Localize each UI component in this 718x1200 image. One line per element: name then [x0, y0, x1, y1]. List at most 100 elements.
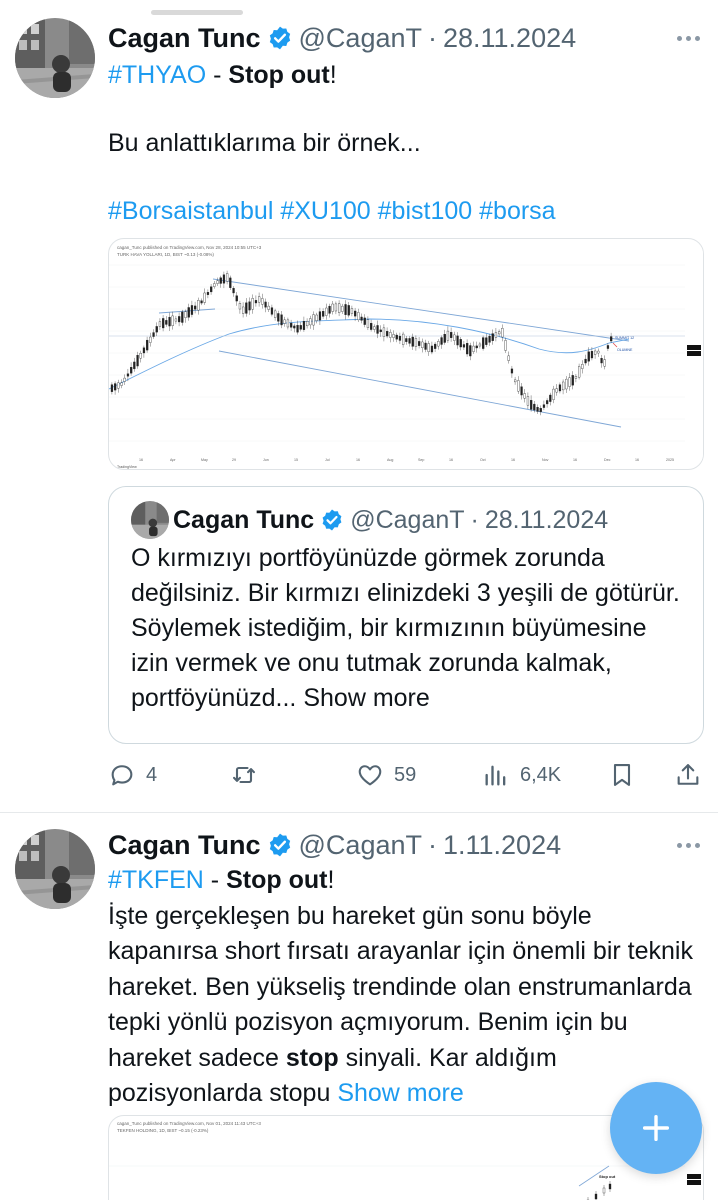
views-count: 6,4K [520, 763, 562, 786]
chart-image[interactable]: cagan_Tunc published on TradingView.com,… [108, 238, 704, 470]
avatar[interactable] [131, 501, 169, 539]
author-handle[interactable]: @CaganT [350, 506, 464, 535]
verified-badge-icon [322, 509, 342, 531]
tweet-date[interactable]: 1.11.2024 [443, 830, 561, 861]
candle [184, 311, 187, 318]
tweet[interactable]: Cagan Tunc @CaganT · 1.11.2024 #TKFEN - … [0, 812, 718, 1200]
candle [597, 350, 600, 354]
candle [117, 382, 120, 389]
price-tag [687, 351, 701, 356]
author-handle[interactable]: @CaganT [299, 830, 422, 861]
author-name[interactable]: Cagan Tunc [108, 830, 261, 861]
tweet-text: #THYAO - Stop out! Bu anlattıklarıma bir… [108, 58, 700, 228]
candle [210, 286, 213, 293]
candle [482, 337, 485, 349]
candle [600, 358, 603, 364]
candle [299, 325, 302, 330]
candle [123, 377, 126, 382]
views-button[interactable]: 6,4K [482, 757, 561, 793]
more-icon[interactable] [677, 843, 700, 848]
candle [347, 305, 350, 316]
avatar[interactable] [15, 18, 95, 98]
hashtag-link[interactable]: #Borsaistanbul [108, 197, 273, 225]
hashtag-link[interactable]: #THYAO [108, 61, 206, 89]
candle [373, 326, 376, 330]
tweet-date[interactable]: 28.11.2024 [443, 23, 576, 54]
text-fragment: - [203, 866, 227, 894]
candle [283, 319, 286, 324]
candle [120, 382, 123, 386]
author-name[interactable]: Cagan Tunc [173, 506, 314, 535]
compose-button[interactable] [610, 1082, 702, 1174]
share-button[interactable] [674, 757, 702, 793]
candle [475, 345, 478, 349]
share-icon [677, 764, 699, 785]
show-more-link[interactable]: Show more [303, 684, 429, 712]
reply-button[interactable]: 4 [108, 757, 157, 793]
hashtag-link[interactable]: #XU100 [280, 197, 370, 225]
candle [587, 351, 590, 362]
candle [248, 301, 251, 311]
hashtag-link[interactable]: #bist100 [378, 197, 473, 225]
candle [434, 343, 437, 349]
candle [296, 325, 299, 333]
x-tick-label: Sep [418, 458, 424, 462]
x-tick-label: Aug [387, 458, 393, 462]
candle [443, 334, 446, 343]
price-tag [687, 1180, 701, 1185]
candle [149, 336, 152, 343]
text-bold: stop [285, 1043, 339, 1072]
candle [219, 277, 222, 284]
candle [530, 400, 533, 410]
show-more-link[interactable]: Show more [337, 1079, 463, 1107]
candle [450, 332, 453, 338]
candle [302, 321, 306, 330]
author-handle[interactable]: @CaganT [299, 23, 422, 54]
candle [261, 298, 264, 305]
candle [469, 345, 472, 357]
candle [466, 343, 469, 355]
hashtag-link[interactable]: #TKFEN [108, 866, 204, 894]
candle [139, 353, 142, 359]
author-name[interactable]: Cagan Tunc [108, 23, 261, 54]
separator-dot: · [427, 829, 437, 860]
candle [338, 303, 341, 313]
separator-dot: · [470, 505, 479, 534]
candle [203, 292, 206, 303]
candle [242, 306, 245, 314]
quoted-tweet-header: Cagan Tunc @CaganT · 28.11.2024 [173, 501, 608, 539]
quoted-tweet[interactable]: Cagan Tunc @CaganT · 28.11.2024 O kırmız… [108, 486, 704, 744]
candle [251, 298, 254, 310]
candle [309, 318, 312, 326]
candle [581, 364, 584, 369]
candle [510, 368, 514, 374]
x-axis: 16 Apr May 29 Jun 15 Jul 16 Aug Sep 16 Oct 16 Nov 16 De… [139, 458, 674, 462]
repost-button[interactable] [230, 757, 268, 793]
candle [594, 350, 597, 355]
bookmark-button[interactable] [608, 757, 636, 793]
candle [318, 311, 322, 321]
candle [136, 354, 139, 367]
candle [590, 351, 594, 359]
more-icon[interactable] [677, 36, 700, 41]
candle [190, 305, 194, 315]
repost-icon [233, 766, 255, 784]
candle [501, 328, 504, 338]
like-button[interactable]: 59 [356, 757, 416, 793]
candle [514, 379, 517, 383]
candle [290, 322, 293, 328]
candle [606, 345, 610, 349]
x-tick-label: Jul [325, 458, 330, 462]
text-bold: Stop out [228, 61, 330, 89]
reply-icon [111, 765, 133, 786]
candle [114, 383, 117, 391]
avatar[interactable] [15, 829, 95, 909]
candle [411, 336, 414, 347]
text-line: Bu anlattıklarıma bir örnek... [108, 129, 421, 157]
tweet[interactable]: Cagan Tunc @CaganT · 28.11.2024 #THYAO -… [0, 0, 718, 812]
hashtag-link[interactable]: #borsa [479, 197, 555, 225]
tweet-date[interactable]: 28.11.2024 [485, 506, 608, 535]
candle [232, 288, 235, 294]
candle [462, 344, 466, 348]
candle [152, 332, 155, 337]
